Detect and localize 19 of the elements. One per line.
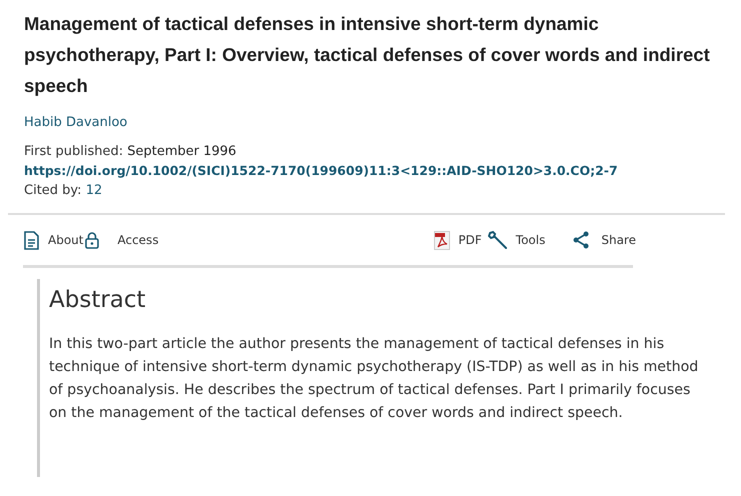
cited-by-label: Cited by: [24, 183, 82, 198]
wrench-icon [488, 230, 508, 250]
pdf-file-icon [434, 230, 450, 250]
toolbar-link[interactable]: Tools [516, 233, 546, 247]
published-label: First published: [24, 144, 124, 159]
toolbar-link[interactable]: About [48, 233, 84, 247]
toolbar-link[interactable]: PDF [458, 233, 482, 247]
published-date: September 1996 [127, 144, 236, 159]
abstract-text: In this two-part article the author presents the management of tactical defenses in his technique of intensive short-term dynamic psychotherapy (IS-TDP) as well as in his method of psychoanalysis. He describes the spectrum of tactical defenses. Part I primarily focuses on the management of the tactical defenses of cover words and indirect speech. [49, 335, 699, 423]
document-icon [24, 230, 39, 250]
doi-link[interactable]: https://doi.org/10.1002/(SICI)1522-7170(199609)11:3<129::AID-SHO120>3.0.CO;2-7 [24, 163, 618, 178]
article-title: Management of tactical defenses in intensive short-term dynamic psychotherapy, Part I: Overview, tactical defenses of cover words and indirect speech [24, 12, 711, 98]
toolbar-link[interactable]: Share [601, 233, 636, 247]
abstract-heading: Abstract [49, 287, 147, 313]
author-link[interactable]: Habib Davanloo [24, 115, 128, 130]
toolbar-link[interactable]: Access [117, 233, 159, 247]
lock-icon [85, 232, 100, 248]
share-icon [573, 231, 590, 249]
cited-by-link[interactable]: 12 [86, 183, 102, 198]
